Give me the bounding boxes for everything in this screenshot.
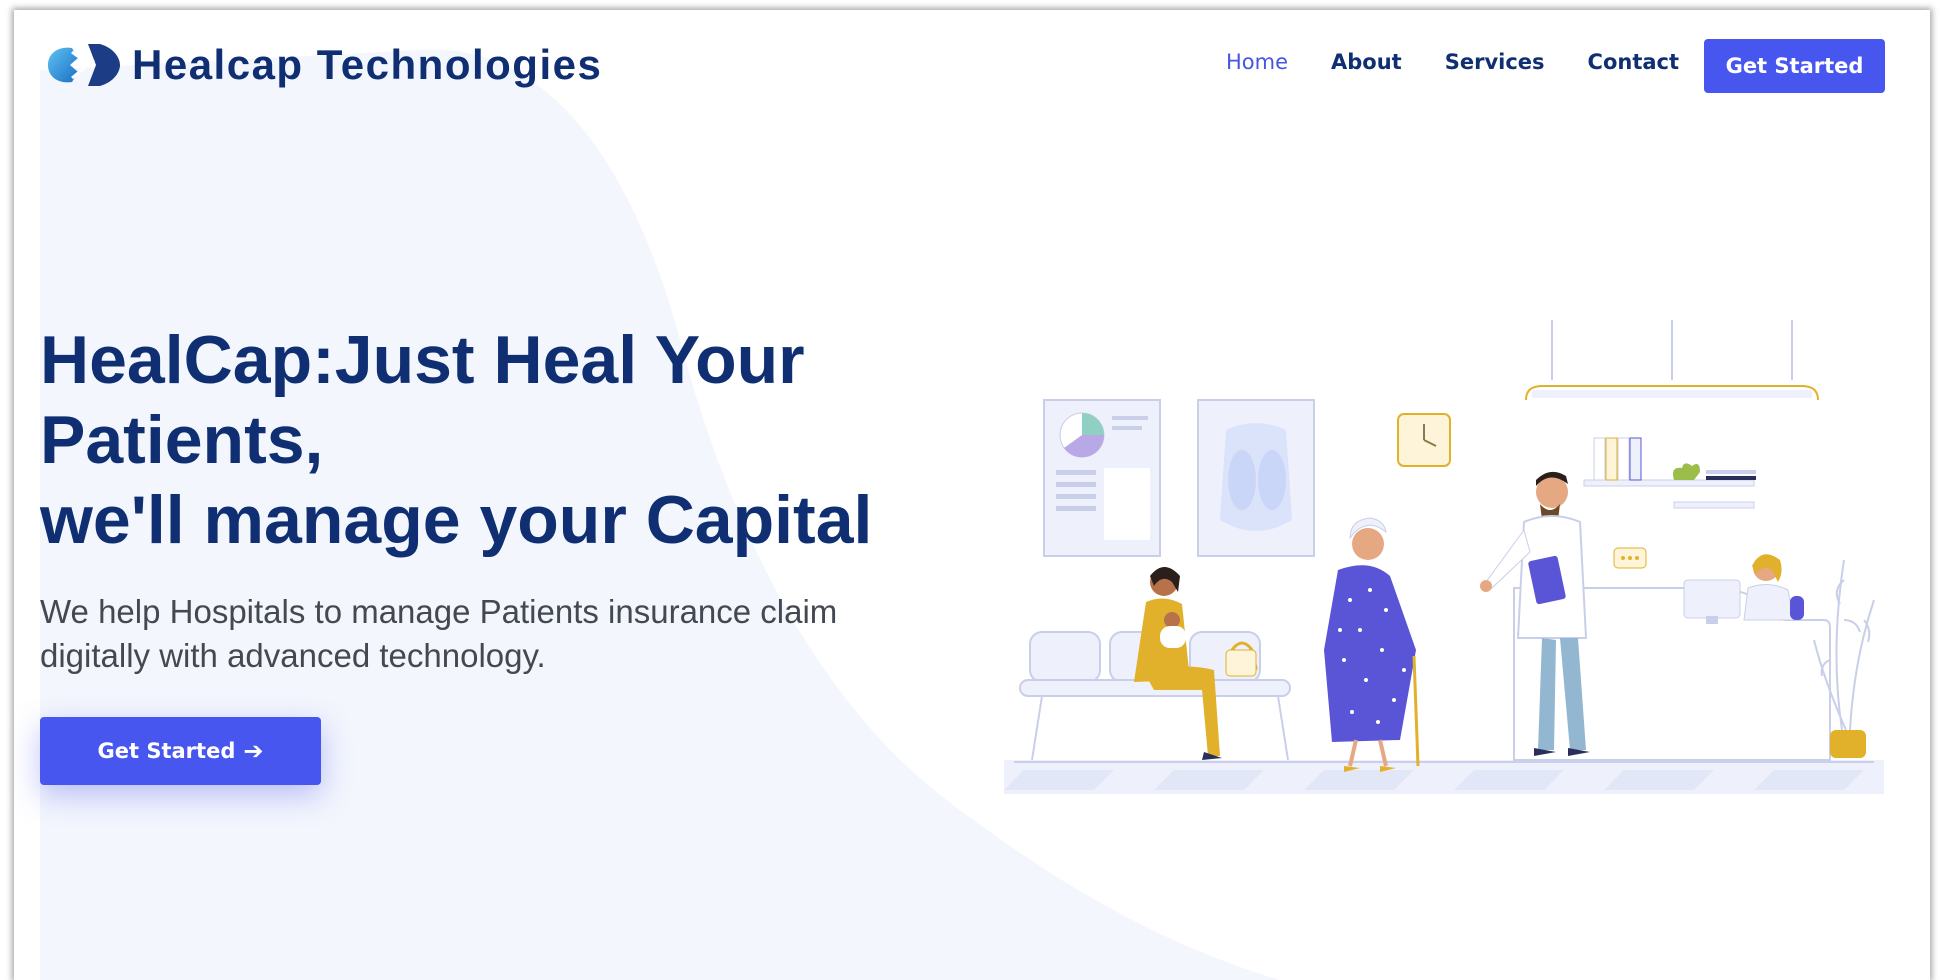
hero-subtitle-line: digitally with advanced technology. [40, 637, 546, 674]
main-nav: Home About Services Contact [1226, 50, 1722, 74]
healcap-logo-icon [48, 44, 120, 86]
receptionist-figure [1743, 554, 1804, 621]
logo[interactable]: Healcap Technologies [42, 38, 602, 92]
hero-cta-label: Get Started [97, 739, 236, 763]
speech-bubble [1613, 547, 1647, 569]
hero-title-line: Patients, [40, 402, 324, 478]
hero-title-line: HealCap:Just Heal Your [40, 322, 805, 398]
nav-link-services[interactable]: Services [1445, 50, 1545, 74]
hero-title-line: we'll manage your Capital [40, 482, 873, 558]
nav-link-contact[interactable]: Contact [1588, 50, 1680, 74]
arrow-right-icon: ➔ [243, 737, 264, 765]
hero-subtitle-line: We help Hospitals to manage Patients ins… [40, 593, 838, 630]
clinic-reception-illustration [1004, 320, 1884, 794]
hero-get-started-button[interactable]: Get Started ➔ [40, 717, 321, 785]
floor [1004, 760, 1884, 794]
wall-shelf [1583, 437, 1756, 509]
nav-get-started-button[interactable]: Get Started [1704, 39, 1885, 93]
elderly-woman-figure [1324, 517, 1420, 772]
nav-link-home[interactable]: Home [1226, 50, 1288, 74]
wall-clock [1397, 413, 1451, 467]
top-navbar: Healcap Technologies Home About Services… [14, 10, 1930, 120]
nav-link-about[interactable]: About [1331, 50, 1402, 74]
hero-subtitle: We help Hospitals to manage Patients ins… [40, 590, 980, 678]
ceiling-lamp [1525, 320, 1819, 401]
browser-page: Healcap Technologies Home About Services… [14, 10, 1930, 980]
wall-poster-xray [1197, 399, 1315, 557]
brand-name: Healcap Technologies [132, 41, 603, 88]
hero-title: HealCap:Just Heal Your Patients, we'll m… [40, 320, 940, 560]
wall-poster-chart [1043, 399, 1161, 557]
